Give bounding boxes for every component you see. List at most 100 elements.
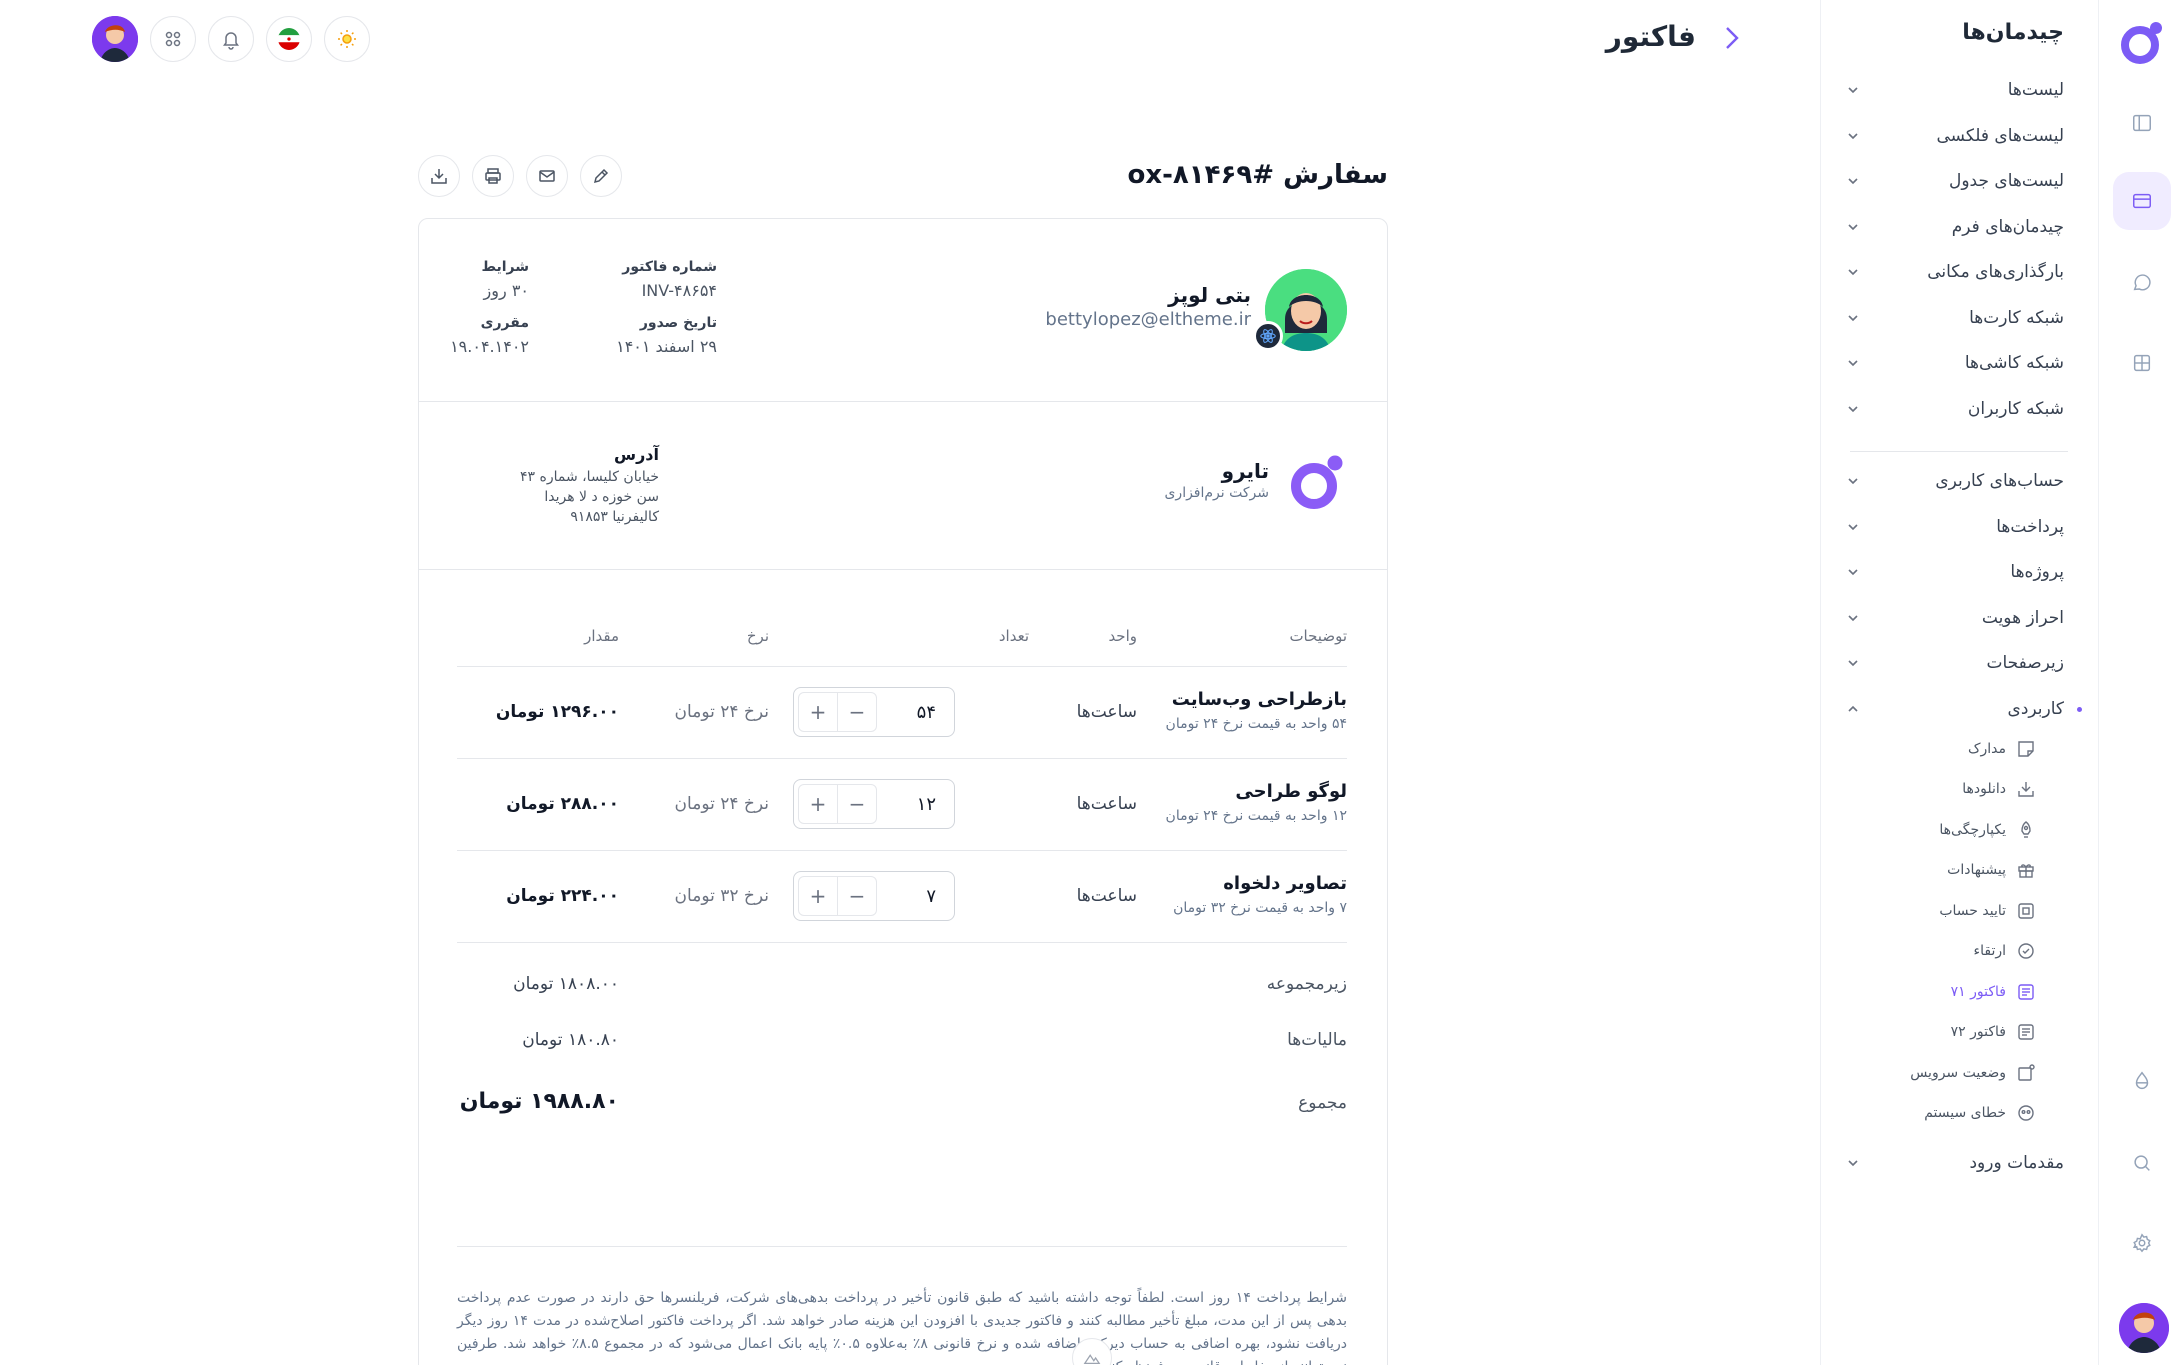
printer-icon <box>485 168 501 184</box>
sidebar-subitem-invoice-72[interactable]: فاکتور ۷۲ <box>1846 1014 2036 1050</box>
customer-email[interactable]: bettylopez@eltheme.ir <box>1045 309 1251 330</box>
decrement-button[interactable]: − <box>837 876 877 916</box>
item-name: تصاویر دلخواه <box>1223 873 1347 894</box>
sidebar-item-card-grid[interactable]: شبکه کارت‌ها <box>1846 298 2064 338</box>
sidebar-item-flex-lists[interactable]: لیست‌های فلکسی <box>1846 116 2064 156</box>
address-title: آدرس <box>614 445 659 464</box>
email-button[interactable] <box>526 155 568 197</box>
sidebar-item-label: پرداخت‌ها <box>1996 517 2064 537</box>
active-indicator-dot <box>2077 707 2082 712</box>
user-avatar[interactable] <box>2119 1303 2169 1353</box>
search-icon[interactable] <box>2121 1142 2163 1184</box>
settings-gear-icon[interactable] <box>2121 1222 2163 1264</box>
due-label: مقرری <box>480 315 529 331</box>
item-unit: ساعت‌ها <box>1076 886 1137 906</box>
column-header-description: توضیحات <box>1289 627 1347 645</box>
badge-check-icon <box>2018 943 2034 959</box>
company-name: تایرو <box>1221 459 1269 483</box>
sidebar-subitem-offers[interactable]: پیشنهادات <box>1846 852 2036 888</box>
sidebar-subitem-upgrade[interactable]: ارتقاء <box>1846 933 2036 969</box>
sidebar-item-label: شبکه کاشی‌ها <box>1964 353 2064 373</box>
sidebar-subitem-verify-account[interactable]: تایید حساب <box>1846 893 2036 929</box>
quantity-stepper: + − ۷ <box>793 871 955 921</box>
chevron-down-icon <box>1848 224 1858 231</box>
order-title: سفارش #ox-۸۱۴۶۹ <box>1127 160 1388 190</box>
sidebar-item-subpages[interactable]: زیرصفحات <box>1846 643 2064 683</box>
iran-flag-icon <box>278 28 300 50</box>
increment-button[interactable]: + <box>798 692 838 732</box>
chevron-down-icon <box>1848 478 1858 485</box>
chat-icon[interactable] <box>2121 262 2163 304</box>
sidebar-item-table-lists[interactable]: لیست‌های جدول <box>1846 161 2064 201</box>
chevron-down-icon <box>1848 524 1858 531</box>
card-divider <box>419 401 1387 402</box>
download-button[interactable] <box>418 155 460 197</box>
sidebar-item-auth[interactable]: احراز هویت <box>1846 598 2064 638</box>
address-line: سن خوزه د لا هریدا <box>544 489 659 505</box>
sidebar-subitem-documents[interactable]: مدارک <box>1846 731 2036 767</box>
chevron-down-icon <box>1848 269 1858 276</box>
company-subtitle: شرکت نرم‌افزاری <box>1164 485 1269 501</box>
item-description: ۱۲ واحد به قیمت نرخ ۲۴ تومان <box>1165 808 1347 824</box>
quantity-input[interactable]: ۱۲ <box>877 794 950 815</box>
sidebar-item-placeholders[interactable]: بارگذاری‌های مکانی <box>1846 252 2064 292</box>
address-line: کالیفرنیا ۹۱۸۵۳ <box>570 509 659 525</box>
sidebar-item-tile-grid[interactable]: شبکه کاشی‌ها <box>1846 343 2064 383</box>
tax-label: مالیات‌ها <box>1287 1030 1347 1050</box>
sidebar-subitem-downloads[interactable]: دانلودها <box>1846 771 2036 807</box>
total-label: مجموع <box>1298 1093 1347 1113</box>
sidebar-item-projects[interactable]: پروژه‌ها <box>1846 552 2064 592</box>
sidebar-item-login-intro[interactable]: مقدمات ورود <box>1846 1143 2064 1183</box>
sidebar-item-user-grid[interactable]: شبکه کاربران <box>1846 389 2064 429</box>
sidebar-toggle-icon[interactable] <box>2121 102 2163 144</box>
decrement-button[interactable]: − <box>837 784 877 824</box>
sidebar-subitem-label: پیشنهادات <box>1947 862 2006 878</box>
sidebar-item-payments[interactable]: پرداخت‌ها <box>1846 507 2064 547</box>
sidebar-item-form-layouts[interactable]: چیدمان‌های فرم <box>1846 207 2064 247</box>
item-amount: ۲۸۸.۰۰ تومان <box>506 794 619 814</box>
sidebar-subitem-service-status[interactable]: وضعیت سرویس <box>1846 1055 2036 1091</box>
apps-grid-button[interactable] <box>150 16 196 62</box>
layouts-icon[interactable] <box>2113 172 2171 230</box>
sidebar-subitem-system-error[interactable]: خطای سیستم <box>1846 1095 2036 1131</box>
chevron-up-icon <box>1848 705 1858 712</box>
customer-name: بتی لوپز <box>1168 283 1251 307</box>
sidebar-subitem-label: فاکتور ۷۲ <box>1950 1024 2006 1040</box>
chevron-right-icon[interactable] <box>1716 22 1748 54</box>
table-row-divider <box>457 758 1347 759</box>
notifications-button[interactable] <box>208 16 254 62</box>
item-description: ۷ واحد به قیمت نرخ ۳۲ تومان <box>1173 900 1347 916</box>
print-button[interactable] <box>472 155 514 197</box>
sidebar-item-accounts[interactable]: حساب‌های کاربری <box>1846 461 2064 501</box>
subtotal-label: زیرمجموعه <box>1266 974 1347 994</box>
decrement-button[interactable]: − <box>837 692 877 732</box>
order-actions <box>418 155 622 197</box>
terms-divider <box>457 1246 1347 1247</box>
quantity-input[interactable]: ۵۴ <box>877 702 950 723</box>
quantity-input[interactable]: ۷ <box>877 886 950 907</box>
language-button[interactable] <box>266 16 312 62</box>
theme-toggle-button[interactable] <box>324 16 370 62</box>
chevron-down-icon <box>1848 406 1858 413</box>
terms-label: شرایط <box>481 259 529 275</box>
sidebar-subitem-integrations[interactable]: یکپارچگی‌ها <box>1846 812 2036 848</box>
sidebar-subitem-label: مدارک <box>1967 741 2006 757</box>
edit-button[interactable] <box>580 155 622 197</box>
column-header-amount: مقدار <box>584 627 619 645</box>
sidebar-item-lists[interactable]: لیست‌ها <box>1846 70 2064 110</box>
sidebar-item-label: پروژه‌ها <box>2010 562 2064 582</box>
invoice-icon <box>2018 984 2034 1000</box>
user-avatar[interactable] <box>92 16 138 62</box>
chevron-down-icon <box>1848 569 1858 576</box>
sidebar-subitem-invoice-71[interactable]: فاکتور ۷۱ <box>1846 974 2036 1010</box>
drop-icon[interactable] <box>2121 1060 2163 1102</box>
header-actions <box>92 16 370 62</box>
item-unit: ساعت‌ها <box>1076 702 1137 722</box>
company-logo-icon <box>1291 455 1343 509</box>
increment-button[interactable]: + <box>798 876 838 916</box>
item-unit: ساعت‌ها <box>1076 794 1137 814</box>
increment-button[interactable]: + <box>798 784 838 824</box>
grid-table-icon[interactable] <box>2121 342 2163 384</box>
sidebar-item-utilities[interactable]: کاربردی <box>1846 689 2064 729</box>
app-logo-icon[interactable] <box>2117 18 2167 68</box>
